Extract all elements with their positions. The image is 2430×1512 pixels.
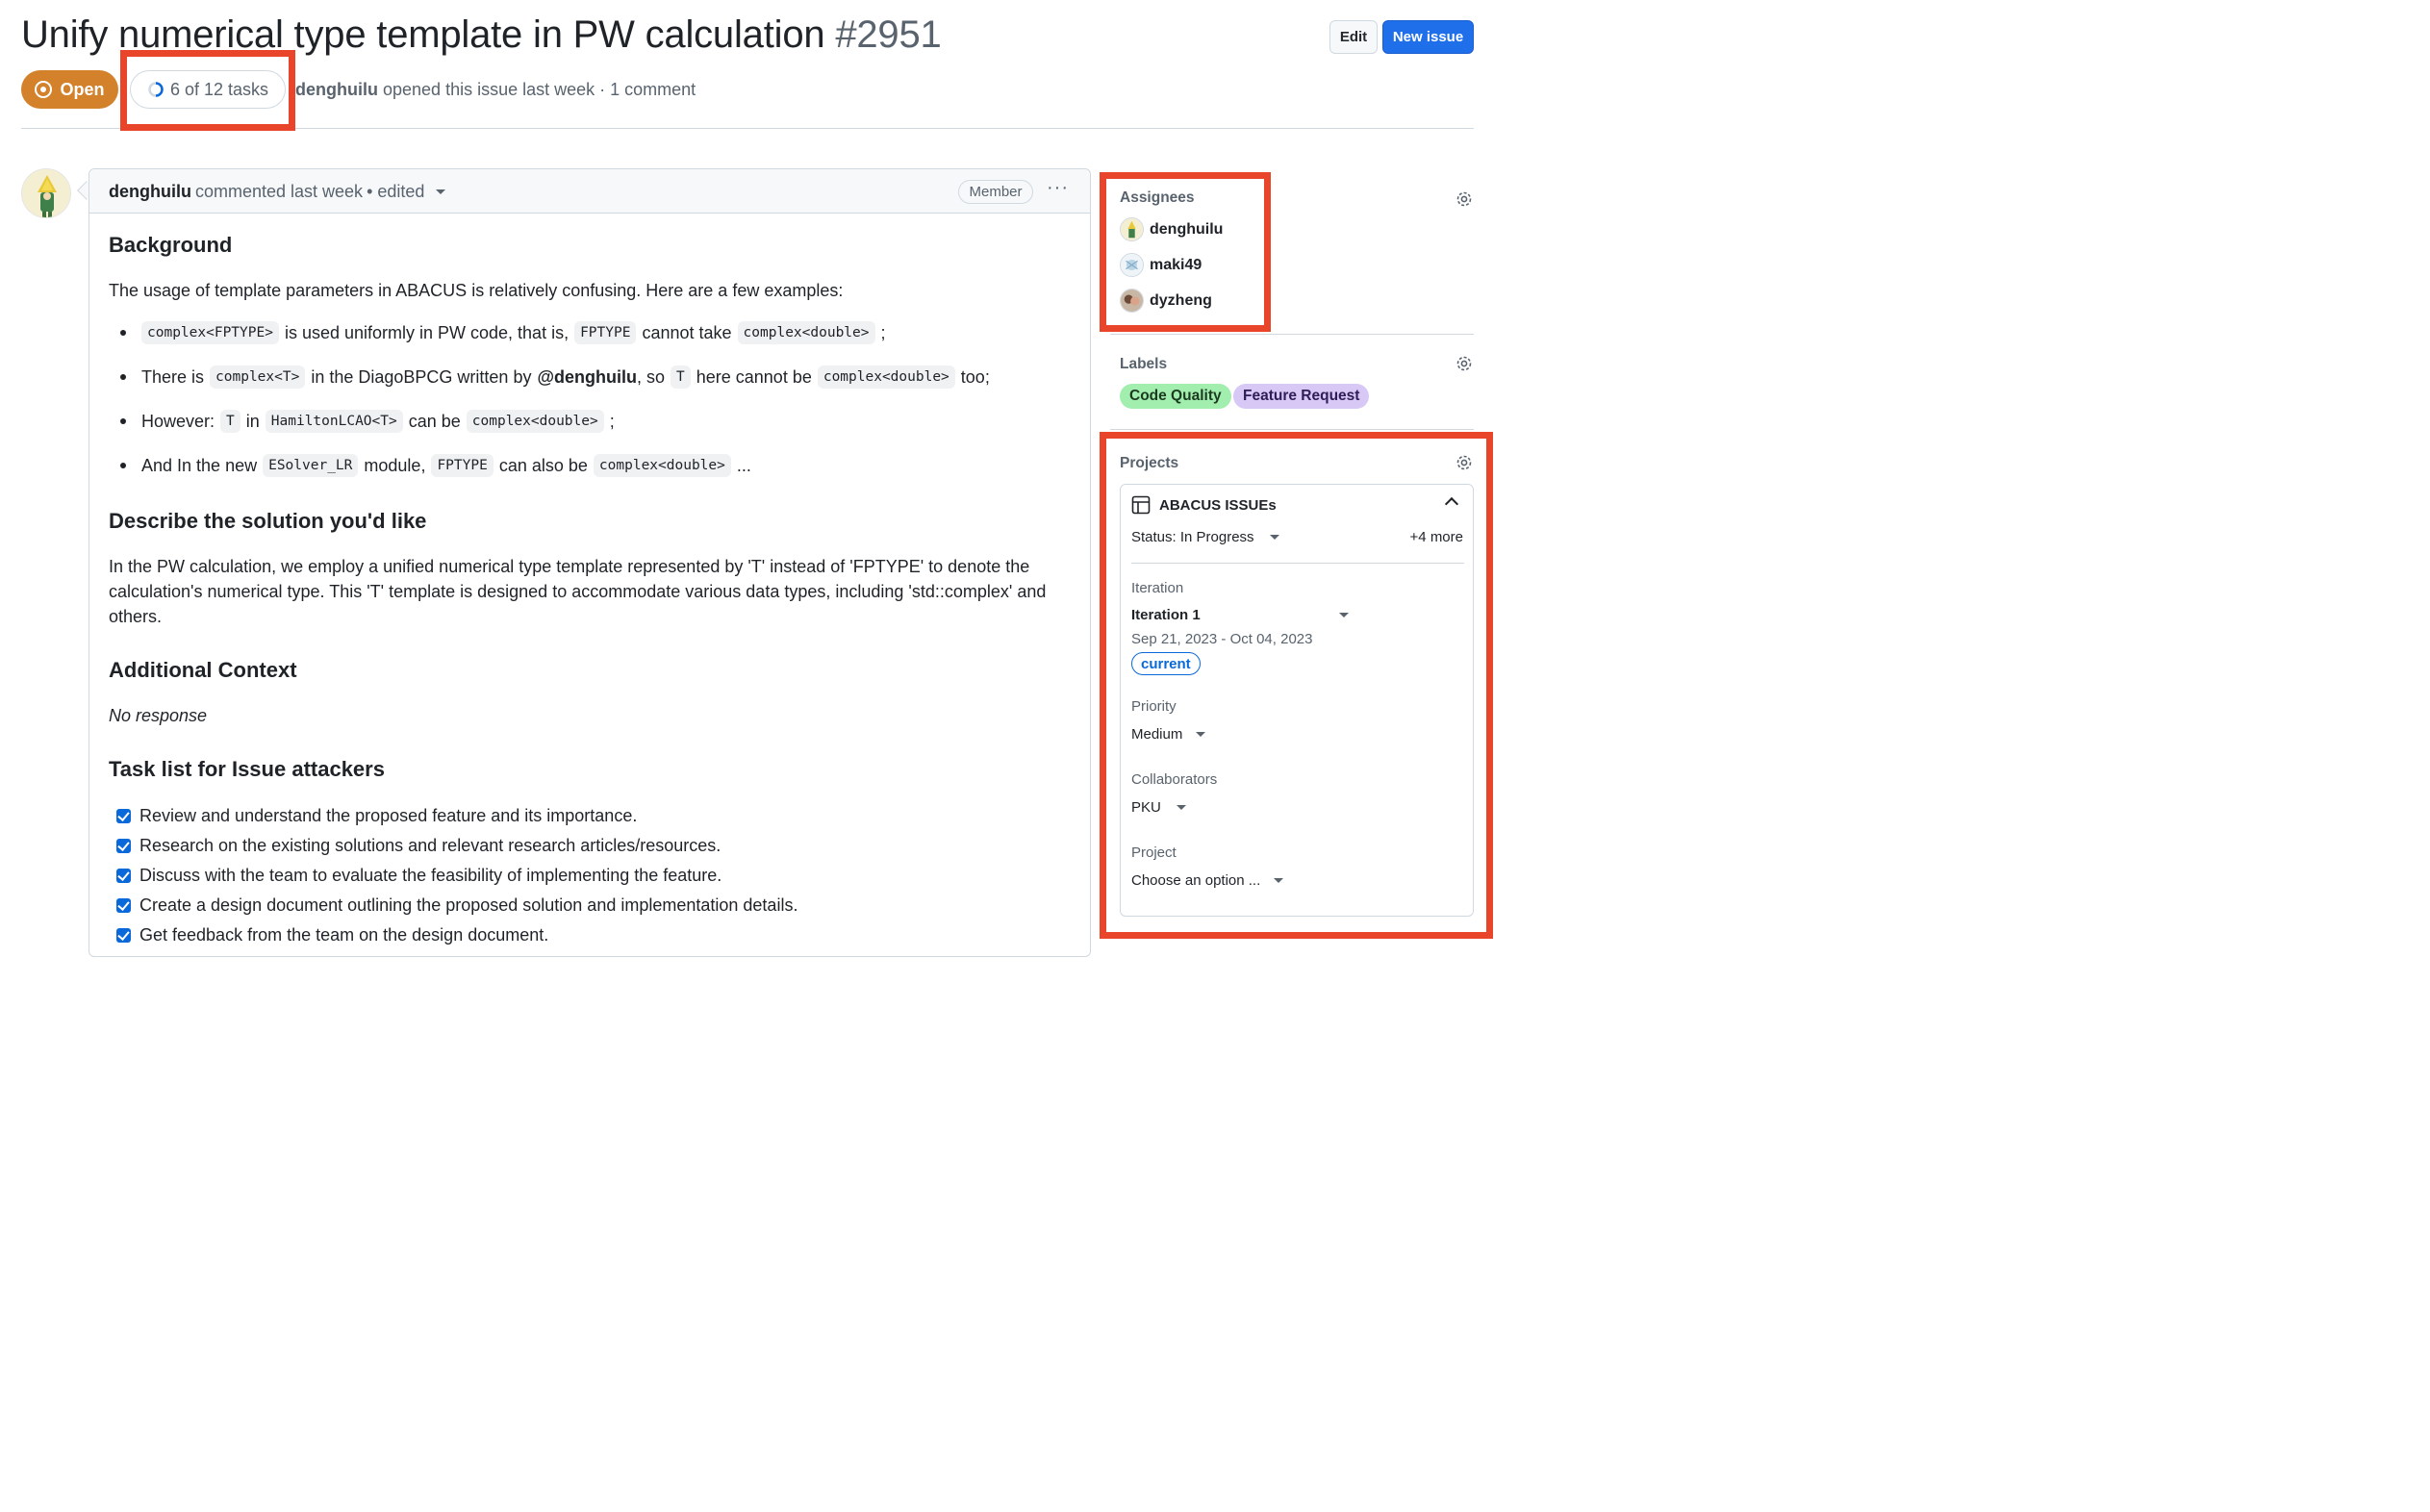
task-checkbox[interactable] — [116, 928, 131, 943]
comment-header: denghuilu commented last week • edited M… — [89, 169, 1090, 214]
edited-dropdown[interactable]: • edited — [367, 182, 424, 202]
code-span: complex<T> — [210, 365, 306, 389]
paragraph-intro: The usage of template parameters in ABAC… — [109, 281, 844, 300]
list-text: There is — [141, 366, 205, 387]
task-item: Get feedback from the team on the design… — [116, 925, 548, 945]
list-text: can be — [408, 411, 461, 431]
task-item: Review and understand the proposed featu… — [116, 806, 637, 826]
code-span: complex<double> — [593, 454, 731, 477]
code-span: complex<double> — [737, 321, 875, 344]
sidebar-divider — [1110, 429, 1474, 430]
list-text: is used uniformly in PW code, that is, — [284, 322, 570, 342]
task-label: Research on the existing solutions and r… — [139, 836, 721, 855]
status-badge: Open — [21, 70, 118, 109]
new-issue-button[interactable]: New issue — [1382, 20, 1474, 54]
list-text: And In the new — [141, 455, 258, 475]
list-item: complex<FPTYPE> is used uniformly in PW … — [120, 321, 886, 344]
list-text: However: — [141, 411, 215, 431]
code-span: complex<double> — [817, 365, 955, 389]
user-mention-link[interactable]: @denghuilu — [537, 367, 637, 388]
paragraph-context: No response — [109, 706, 208, 725]
avatar[interactable] — [21, 168, 71, 218]
list-text: ... — [736, 455, 751, 475]
list-text: here cannot be — [696, 366, 812, 387]
issue-opened-icon — [35, 81, 53, 98]
task-checkbox[interactable] — [116, 809, 131, 823]
list-text: too; — [960, 366, 990, 387]
issue-author-link[interactable]: denghuilu — [295, 80, 378, 99]
heading-task-list: Task list for Issue attackers — [109, 757, 385, 781]
avatar-image — [22, 169, 70, 217]
code-span: T — [220, 410, 240, 433]
list-text: can also be — [498, 455, 588, 475]
edit-button[interactable]: Edit — [1329, 20, 1378, 54]
task-label: Get feedback from the team on the design… — [139, 925, 549, 945]
comment-author-link[interactable]: denghuilu — [109, 182, 191, 202]
list-item: And In the new ESolver_LR module, FPTYPE… — [120, 454, 751, 477]
annotation-box-tasks — [120, 50, 295, 131]
list-text: in — [245, 411, 260, 431]
heading-background: Background — [109, 233, 233, 257]
gear-icon[interactable] — [1455, 354, 1474, 373]
list-text: in the DiagoBPCG written by — [311, 366, 532, 387]
task-checkbox[interactable] — [116, 839, 131, 853]
issue-number: #2951 — [835, 13, 942, 56]
code-span: FPTYPE — [574, 321, 637, 344]
sidebar-divider — [1110, 334, 1474, 335]
issue-meta: denghuilu opened this issue last week · … — [295, 80, 696, 100]
code-span: T — [671, 365, 691, 389]
task-checkbox[interactable] — [116, 898, 131, 913]
label-code-quality[interactable]: Code Quality — [1120, 384, 1231, 409]
task-item: Create a design document outlining the p… — [116, 895, 797, 916]
list-text: cannot take — [642, 322, 732, 342]
gear-icon[interactable] — [1455, 189, 1474, 209]
task-label: Review and understand the proposed featu… — [139, 806, 638, 825]
task-label: Discuss with the team to evaluate the fe… — [139, 866, 722, 885]
labels-heading: Labels — [1120, 356, 1168, 372]
heading-solution: Describe the solution you'd like — [109, 509, 427, 533]
member-badge: Member — [958, 180, 1033, 204]
list-text: module, — [364, 455, 426, 475]
code-span: HamiltonLCAO<T> — [265, 410, 403, 433]
code-span: ESolver_LR — [263, 454, 359, 477]
code-span: complex<double> — [466, 410, 604, 433]
task-checkbox[interactable] — [116, 869, 131, 883]
issue-comment: denghuilu commented last week • edited M… — [89, 168, 1091, 957]
annotation-box-assignees — [1100, 172, 1271, 332]
annotation-box-projects — [1100, 432, 1493, 939]
issue-opened-text: opened this issue last week · 1 comment — [383, 80, 696, 99]
comment-timestamp[interactable]: commented last week — [195, 182, 363, 202]
task-item: Discuss with the team to evaluate the fe… — [116, 866, 721, 886]
list-item: However: T in HamiltonLCAO<T> can be com… — [120, 410, 615, 433]
code-span: FPTYPE — [431, 454, 494, 477]
kebab-menu-icon[interactable]: ··· — [1047, 177, 1069, 199]
label-feature-request[interactable]: Feature Request — [1233, 384, 1370, 409]
task-label: Create a design document outlining the p… — [139, 895, 798, 915]
status-label: Open — [60, 79, 105, 99]
list-text: ; — [880, 322, 886, 342]
chevron-down-icon[interactable] — [436, 189, 446, 194]
list-item: There is complex<T> in the DiagoBPCG wri… — [120, 365, 990, 389]
paragraph-solution: In the PW calculation, we employ a unifi… — [109, 557, 1047, 626]
list-text: ; — [609, 411, 615, 431]
list-text: , so — [637, 366, 666, 387]
comment-header-text: denghuilu commented last week • edited — [109, 182, 446, 202]
heading-context: Additional Context — [109, 658, 297, 682]
task-item: Research on the existing solutions and r… — [116, 836, 721, 856]
code-span: complex<FPTYPE> — [141, 321, 279, 344]
